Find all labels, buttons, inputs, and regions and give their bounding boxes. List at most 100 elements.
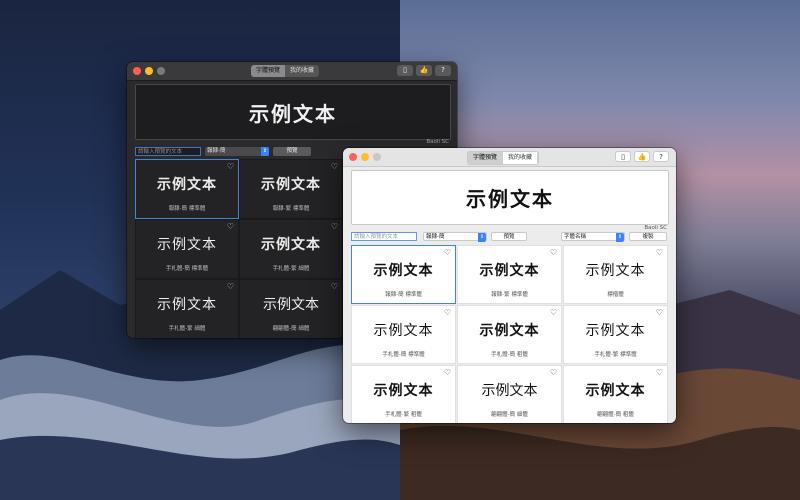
chevron-updown-icon: ⇕ bbox=[261, 147, 269, 156]
font-card[interactable]: ♡ 示例文本 手札體-繁 細體 bbox=[135, 279, 239, 338]
close-button[interactable] bbox=[349, 153, 357, 161]
font-family-select[interactable]: 報隸-簡 ⇕ bbox=[205, 147, 269, 156]
font-name-label: Baoli SC bbox=[426, 139, 449, 145]
preview-button[interactable]: 預覽 bbox=[491, 232, 527, 241]
sample-text: 示例文本 bbox=[479, 323, 540, 339]
tab-favorites[interactable]: 我的收藏 bbox=[285, 65, 320, 77]
sample-text: 示例文本 bbox=[585, 383, 646, 399]
font-card[interactable]: ♡ 示例文本 手札體-繁 標準體 bbox=[563, 305, 668, 364]
font-caption: 手札體-簡 粗體 bbox=[491, 352, 528, 358]
thumbs-up-icon[interactable]: 👍 bbox=[416, 65, 432, 76]
heart-icon[interactable]: ♡ bbox=[331, 163, 338, 171]
copy-button[interactable]: 複製 bbox=[629, 232, 667, 241]
toolbar-buttons: ▯ 👍 ? bbox=[397, 65, 451, 76]
copy-target-select[interactable]: 字體名稱 ⇕ bbox=[561, 232, 625, 242]
font-card[interactable]: ♡ 示例文本標楷體 bbox=[563, 245, 668, 304]
sample-text: 示例文本 bbox=[157, 177, 217, 193]
heart-icon[interactable]: ♡ bbox=[656, 249, 663, 257]
help-icon[interactable]: ? bbox=[435, 65, 451, 76]
heart-icon[interactable]: ♡ bbox=[331, 223, 338, 231]
window-controls bbox=[133, 67, 165, 75]
font-card[interactable]: ♡ 示例文本手札體-簡 標準體 bbox=[135, 219, 239, 279]
preview-text-input[interactable]: 請輸入預覽的文本 bbox=[351, 232, 417, 241]
heart-icon[interactable]: ♡ bbox=[550, 369, 557, 377]
font-card[interactable]: ♡ 示例文本報隸-簡 標準體 bbox=[351, 245, 456, 304]
font-caption: 手札體-繁 粗體 bbox=[385, 412, 422, 418]
font-caption: 翩翩體-簡 粗體 bbox=[597, 412, 634, 418]
preview-panel: 示例文本 bbox=[351, 170, 669, 225]
toolbar-buttons: ▯ 👍 ? bbox=[615, 151, 669, 162]
sample-text: 示例文本 bbox=[585, 323, 646, 339]
preview-panel: 示例文本 bbox=[135, 84, 451, 140]
font-name-label: Baoli SC bbox=[644, 225, 667, 231]
heart-icon[interactable]: ♡ bbox=[656, 309, 663, 317]
font-caption: 報隸-繁 標準體 bbox=[272, 206, 310, 212]
close-button[interactable] bbox=[133, 67, 141, 75]
sample-text: 示例文本 bbox=[373, 263, 434, 279]
select-value: 字體名稱 bbox=[564, 234, 587, 240]
font-card[interactable]: ♡ 示例文本手札體-簡 粗體 bbox=[457, 305, 562, 364]
heart-icon[interactable]: ♡ bbox=[444, 369, 451, 377]
font-card[interactable]: ♡ 示例文本手札體-簡 標準體 bbox=[351, 305, 456, 364]
phone-icon[interactable]: ▯ bbox=[397, 65, 413, 76]
heart-icon[interactable]: ♡ bbox=[656, 369, 663, 377]
font-family-select[interactable]: 報隸-簡 ⇕ bbox=[423, 232, 487, 242]
preview-text-input[interactable]: 請輸入預覽的文本 bbox=[135, 147, 201, 156]
help-icon[interactable]: ? bbox=[653, 151, 669, 162]
font-caption: 手札體-繁 細體 bbox=[272, 266, 310, 272]
font-card[interactable]: ♡ 示例文本報隸-簡 標準體 bbox=[135, 159, 239, 219]
sample-text: 示例文本 bbox=[157, 237, 217, 253]
font-card[interactable]: ♡ 示例文本翩翩體-簡 粗體 bbox=[563, 365, 668, 423]
heart-icon[interactable]: ♡ bbox=[550, 249, 557, 257]
heart-icon[interactable]: ♡ bbox=[227, 163, 234, 171]
chevron-updown-icon: ⇕ bbox=[478, 233, 486, 242]
font-caption: 手札體-簡 標準體 bbox=[165, 266, 209, 272]
heart-icon[interactable]: ♡ bbox=[331, 283, 338, 291]
heart-icon[interactable]: ♡ bbox=[227, 223, 234, 231]
sample-text: 示例文本 bbox=[373, 383, 434, 399]
minimize-button[interactable] bbox=[145, 67, 153, 75]
font-caption: 標楷體 bbox=[607, 292, 624, 298]
phone-icon[interactable]: ▯ bbox=[615, 151, 631, 162]
sample-text: 示例文本 bbox=[585, 263, 646, 279]
preview-text: 示例文本 bbox=[249, 101, 337, 126]
sample-text: 示例文本 bbox=[261, 237, 321, 253]
zoom-button[interactable] bbox=[157, 67, 165, 75]
heart-icon[interactable]: ♡ bbox=[550, 309, 557, 317]
preview-button[interactable]: 預覽 bbox=[273, 147, 311, 156]
font-card[interactable]: ♡ 示例文本 翩翩體-簡 細體 bbox=[239, 279, 343, 338]
sample-text: 示例文本 bbox=[481, 383, 538, 399]
tab-font-preview[interactable]: 字體預覽 bbox=[251, 65, 286, 77]
preview-text: 示例文本 bbox=[466, 187, 554, 211]
thumbs-up-icon[interactable]: 👍 bbox=[634, 151, 650, 162]
tab-font-preview[interactable]: 字體預覽 bbox=[468, 152, 504, 164]
sample-text: 示例文本 bbox=[263, 297, 319, 313]
font-caption: 翩翩體-簡 細體 bbox=[491, 412, 528, 418]
heart-icon[interactable]: ♡ bbox=[444, 309, 451, 317]
sample-text: 示例文本 bbox=[261, 177, 321, 193]
titlebar: 字體預覽 我的收藏 ▯ 👍 ? bbox=[343, 148, 676, 167]
light-app-window: 字體預覽 我的收藏 ▯ 👍 ? 示例文本 Baoli SC 請輸入預覽的文本 報… bbox=[343, 148, 676, 423]
select-value: 報隸-簡 bbox=[207, 148, 226, 154]
window-controls bbox=[349, 153, 381, 161]
sample-text: 示例文本 bbox=[373, 323, 434, 339]
font-caption: 報隸-簡 標準體 bbox=[168, 206, 206, 212]
font-card-grid: ♡ 示例文本 報隸-簡 標準體 ♡ 示例文本 報隸-繁 標準體 ♡ 示例文本 標楷體 ♡ 示例文本手… bbox=[351, 245, 668, 423]
heart-icon[interactable]: ♡ bbox=[444, 249, 451, 257]
sample-text: 示例文本 bbox=[479, 263, 540, 279]
font-card[interactable]: ♡ 示例文本報隸-繁 標準體 bbox=[239, 159, 343, 219]
font-caption: 手札體-簡 標準體 bbox=[382, 352, 425, 358]
select-value: 報隸-簡 bbox=[426, 234, 445, 240]
tab-favorites[interactable]: 我的收藏 bbox=[503, 152, 539, 164]
minimize-button[interactable] bbox=[361, 153, 369, 161]
font-card[interactable]: ♡ 示例文本手札體-繁 細體 bbox=[239, 219, 343, 279]
font-caption: 報隸-簡 標準體 bbox=[385, 292, 422, 298]
heart-icon[interactable]: ♡ bbox=[227, 283, 234, 291]
zoom-button[interactable] bbox=[373, 153, 381, 161]
chevron-updown-icon: ⇕ bbox=[616, 233, 624, 242]
view-tab-switcher: 字體預覽 我的收藏 bbox=[467, 151, 540, 165]
font-caption: 報隸-繁 標準體 bbox=[491, 292, 528, 298]
font-card[interactable]: ♡ 示例文本手札體-繁 粗體 bbox=[351, 365, 456, 423]
font-card[interactable]: ♡ 示例文本翩翩體-簡 細體 bbox=[457, 365, 562, 423]
font-card[interactable]: ♡ 示例文本報隸-繁 標準體 bbox=[457, 245, 562, 304]
